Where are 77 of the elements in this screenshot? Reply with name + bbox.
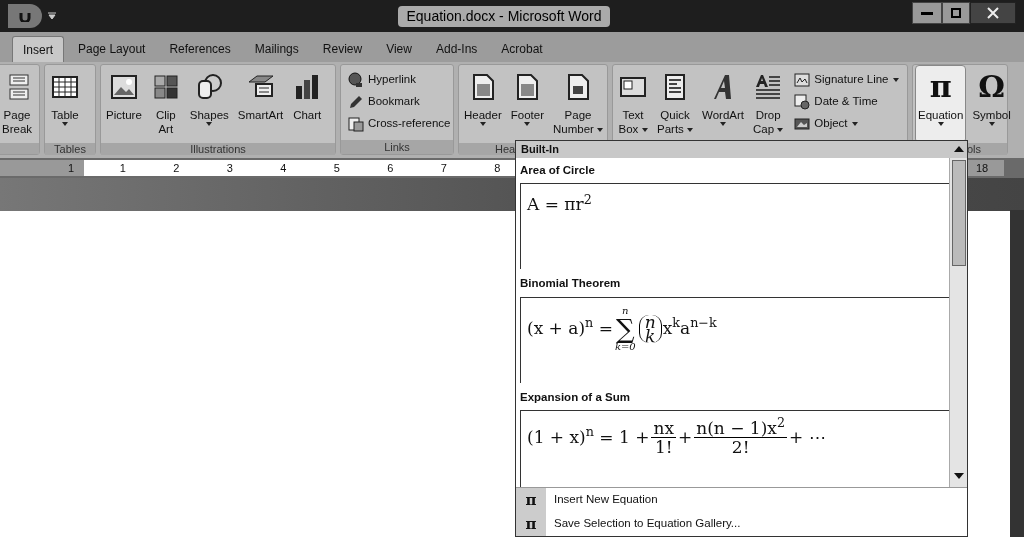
ribbon-button[interactable]: Shapes — [186, 65, 232, 143]
ribbon-tab[interactable]: Mailings — [244, 36, 309, 62]
group-label: Links — [384, 141, 410, 153]
ruler-number: 18 — [975, 160, 989, 176]
ribbon-button[interactable]: Object — [789, 113, 904, 135]
ribbon-button[interactable]: Clip Art — [147, 65, 184, 143]
ribbon-button[interactable]: SmartArt — [234, 65, 287, 143]
ribbon-tab[interactable]: Page Layout — [68, 36, 156, 62]
ruler-number: 3 — [226, 160, 233, 176]
menu-item[interactable]: π Save Selection to Equation Gallery... — [516, 512, 967, 536]
omega-icon: Ω — [978, 72, 1005, 102]
dropdown-arrow-icon — [48, 12, 56, 20]
ribbon-button[interactable]: Page Break — [0, 65, 36, 143]
object-icon — [794, 116, 811, 132]
ribbon-button[interactable]: Chart — [289, 65, 326, 143]
binomial-coefficient: n k — [638, 314, 662, 343]
ribbon-button[interactable]: Cross-reference — [343, 113, 456, 135]
picture-icon — [108, 72, 139, 102]
ribbon-button[interactable]: Header — [461, 65, 505, 143]
ribbon-button[interactable]: Bookmark — [343, 91, 456, 113]
equation-text: x$^{k}$a$^{n−k}$ — [662, 315, 717, 340]
equation-text: (1 + x)$^{n}$ = 1 + — [527, 424, 650, 449]
window-title: Equation.docx - Microsoft Word — [398, 5, 610, 27]
gallery-header: Built-In — [516, 141, 967, 158]
cross-reference-icon — [348, 116, 364, 132]
globe-link-icon — [348, 72, 364, 88]
scroll-down-icon — [953, 473, 964, 479]
office-button[interactable] — [8, 4, 42, 28]
minimize-button[interactable] — [912, 2, 942, 24]
ribbon-tab[interactable]: Add-Ins — [425, 36, 488, 62]
ribbon-button[interactable]: Picture — [103, 65, 145, 143]
sum-symbol: ∑ — [616, 315, 635, 342]
ruler-number: 4 — [280, 160, 287, 176]
equation-title: Area of Circle — [520, 163, 596, 178]
pen-icon — [348, 94, 364, 110]
equation-text: + ⋯ — [789, 425, 826, 449]
fraction: nx 1! — [651, 418, 676, 456]
save-equation-icon: π — [525, 516, 537, 532]
ribbon-button[interactable]: Hyperlink — [343, 69, 456, 91]
restore-button[interactable] — [942, 2, 970, 24]
ribbon-tab[interactable]: View — [376, 36, 422, 62]
ribbon-button[interactable]: π Equation — [915, 65, 967, 143]
ribbon-tab[interactable]: Review — [312, 36, 373, 62]
ruler-number: 8 — [494, 160, 501, 176]
signature-icon — [794, 72, 811, 88]
ribbon-button[interactable]: Ω Symbol — [969, 65, 1014, 143]
equation-title: Binomial Theorem — [520, 276, 622, 292]
ribbon-button[interactable]: Signature Line — [789, 69, 904, 91]
fraction: n(n − 1)x$^{2}$ 2! — [694, 418, 787, 456]
ruler-number: 2 — [173, 160, 180, 176]
ribbon-tab[interactable]: References — [159, 36, 241, 62]
ruler-number: 1 — [119, 160, 126, 176]
sum-upper-limit: n — [622, 305, 629, 316]
group-label: Tables — [54, 143, 86, 155]
group-label: Hea — [495, 143, 516, 155]
ribbon-tab[interactable]: Acrobat — [491, 36, 553, 62]
ruler-number: 7 — [440, 160, 447, 176]
scroll-up-icon — [953, 146, 964, 152]
calendar-clock-icon — [794, 94, 811, 110]
equation-text: + — [678, 425, 693, 449]
group-label: Illustrations — [190, 143, 246, 155]
ribbon-tab[interactable]: Insert — [12, 36, 64, 62]
equation-title: Expansion of a Sum — [520, 389, 631, 405]
close-icon — [987, 7, 999, 19]
equation-text: (x + a)$^{n}$ = — [527, 315, 613, 340]
ribbon-button[interactable]: Date & Time — [789, 91, 904, 113]
ribbon-button[interactable]: Table — [47, 65, 83, 143]
ribbon-button[interactable]: Drop Cap — [750, 65, 787, 143]
ruler-number: 5 — [333, 160, 340, 176]
group-label: ols — [967, 143, 982, 155]
undo-icon — [19, 10, 31, 22]
equation-text: A = πr$^{2}$ — [527, 192, 592, 217]
close-button[interactable] — [970, 2, 1016, 24]
pi-icon: π — [929, 72, 952, 102]
ribbon-button[interactable]: WordArt — [699, 65, 747, 143]
ruler-number: 1 — [67, 160, 74, 176]
ruler-number: 6 — [387, 160, 394, 176]
